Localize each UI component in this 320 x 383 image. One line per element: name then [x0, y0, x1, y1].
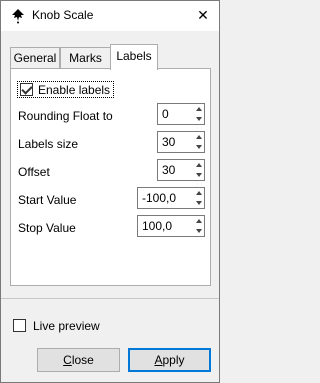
- arrow-up-icon: [195, 135, 202, 139]
- close-icon: ✕: [197, 7, 209, 23]
- window-close-button[interactable]: ✕: [187, 1, 219, 31]
- decrement-button[interactable]: [193, 142, 204, 152]
- tab-labels[interactable]: Labels: [110, 44, 158, 70]
- tab-marks[interactable]: Marks: [60, 47, 111, 69]
- spin-buttons: [193, 160, 204, 180]
- rounding-float-label: Rounding Float to: [18, 109, 113, 123]
- arrow-down-icon: [195, 145, 202, 149]
- close-button[interactable]: Close: [37, 348, 120, 372]
- start-value-value[interactable]: -100,0: [142, 191, 176, 205]
- arrow-up-icon: [195, 219, 202, 223]
- arrow-up-icon: [195, 191, 202, 195]
- increment-button[interactable]: [193, 132, 204, 142]
- decrement-button[interactable]: [193, 170, 204, 180]
- arrow-down-icon: [195, 201, 202, 205]
- start-value-label: Start Value: [18, 193, 77, 207]
- close-mnemonic: C: [63, 353, 72, 367]
- arrow-down-icon: [195, 117, 202, 121]
- knob-scale-dialog: Knob Scale ✕ General Marks Labels Enable…: [0, 0, 220, 383]
- stop-value-value[interactable]: 100,0: [142, 219, 172, 233]
- separator: [1, 298, 219, 299]
- apply-button[interactable]: Apply: [128, 348, 211, 372]
- rounding-float-spinbox[interactable]: 0: [157, 103, 205, 125]
- arrow-down-icon: [195, 173, 202, 177]
- live-preview-label: Live preview: [33, 319, 100, 333]
- start-value-spinbox[interactable]: -100,0: [137, 187, 205, 209]
- tab-general[interactable]: General: [10, 47, 60, 69]
- checkbox-checked[interactable]: [20, 83, 33, 96]
- arrow-up-icon: [195, 107, 202, 111]
- offset-value[interactable]: 30: [162, 163, 175, 177]
- increment-button[interactable]: [193, 160, 204, 170]
- offset-label: Offset: [18, 165, 50, 179]
- labels-size-spinbox[interactable]: 30: [157, 131, 205, 153]
- increment-button[interactable]: [193, 216, 204, 226]
- arrow-down-icon: [195, 229, 202, 233]
- arrow-up-icon: [195, 163, 202, 167]
- increment-button[interactable]: [193, 104, 204, 114]
- labels-size-value[interactable]: 30: [162, 135, 175, 149]
- spin-buttons: [193, 104, 204, 124]
- apply-label-rest: pply: [162, 353, 185, 367]
- labels-size-label: Labels size: [18, 137, 79, 151]
- enable-labels-checkbox[interactable]: Enable labels: [17, 81, 115, 98]
- labels-panel: Enable labels Rounding Float to 0 Labels…: [10, 68, 211, 286]
- spin-buttons: [193, 188, 204, 208]
- stop-value-spinbox[interactable]: 100,0: [137, 215, 205, 237]
- spin-buttons: [193, 132, 204, 152]
- rounding-float-value[interactable]: 0: [162, 107, 169, 121]
- enable-labels-label: Enable labels: [38, 83, 111, 97]
- decrement-button[interactable]: [193, 226, 204, 236]
- stop-value-label: Stop Value: [18, 221, 76, 235]
- checkbox-unchecked[interactable]: [13, 319, 26, 332]
- inkscape-logo-icon: [12, 9, 24, 24]
- decrement-button[interactable]: [193, 198, 204, 208]
- decrement-button[interactable]: [193, 114, 204, 124]
- close-label-rest: lose: [71, 353, 94, 367]
- offset-spinbox[interactable]: 30: [157, 159, 205, 181]
- increment-button[interactable]: [193, 188, 204, 198]
- window-title: Knob Scale: [32, 8, 94, 22]
- spin-buttons: [193, 216, 204, 236]
- apply-mnemonic: A: [154, 353, 163, 367]
- title-bar: Knob Scale ✕: [1, 1, 219, 31]
